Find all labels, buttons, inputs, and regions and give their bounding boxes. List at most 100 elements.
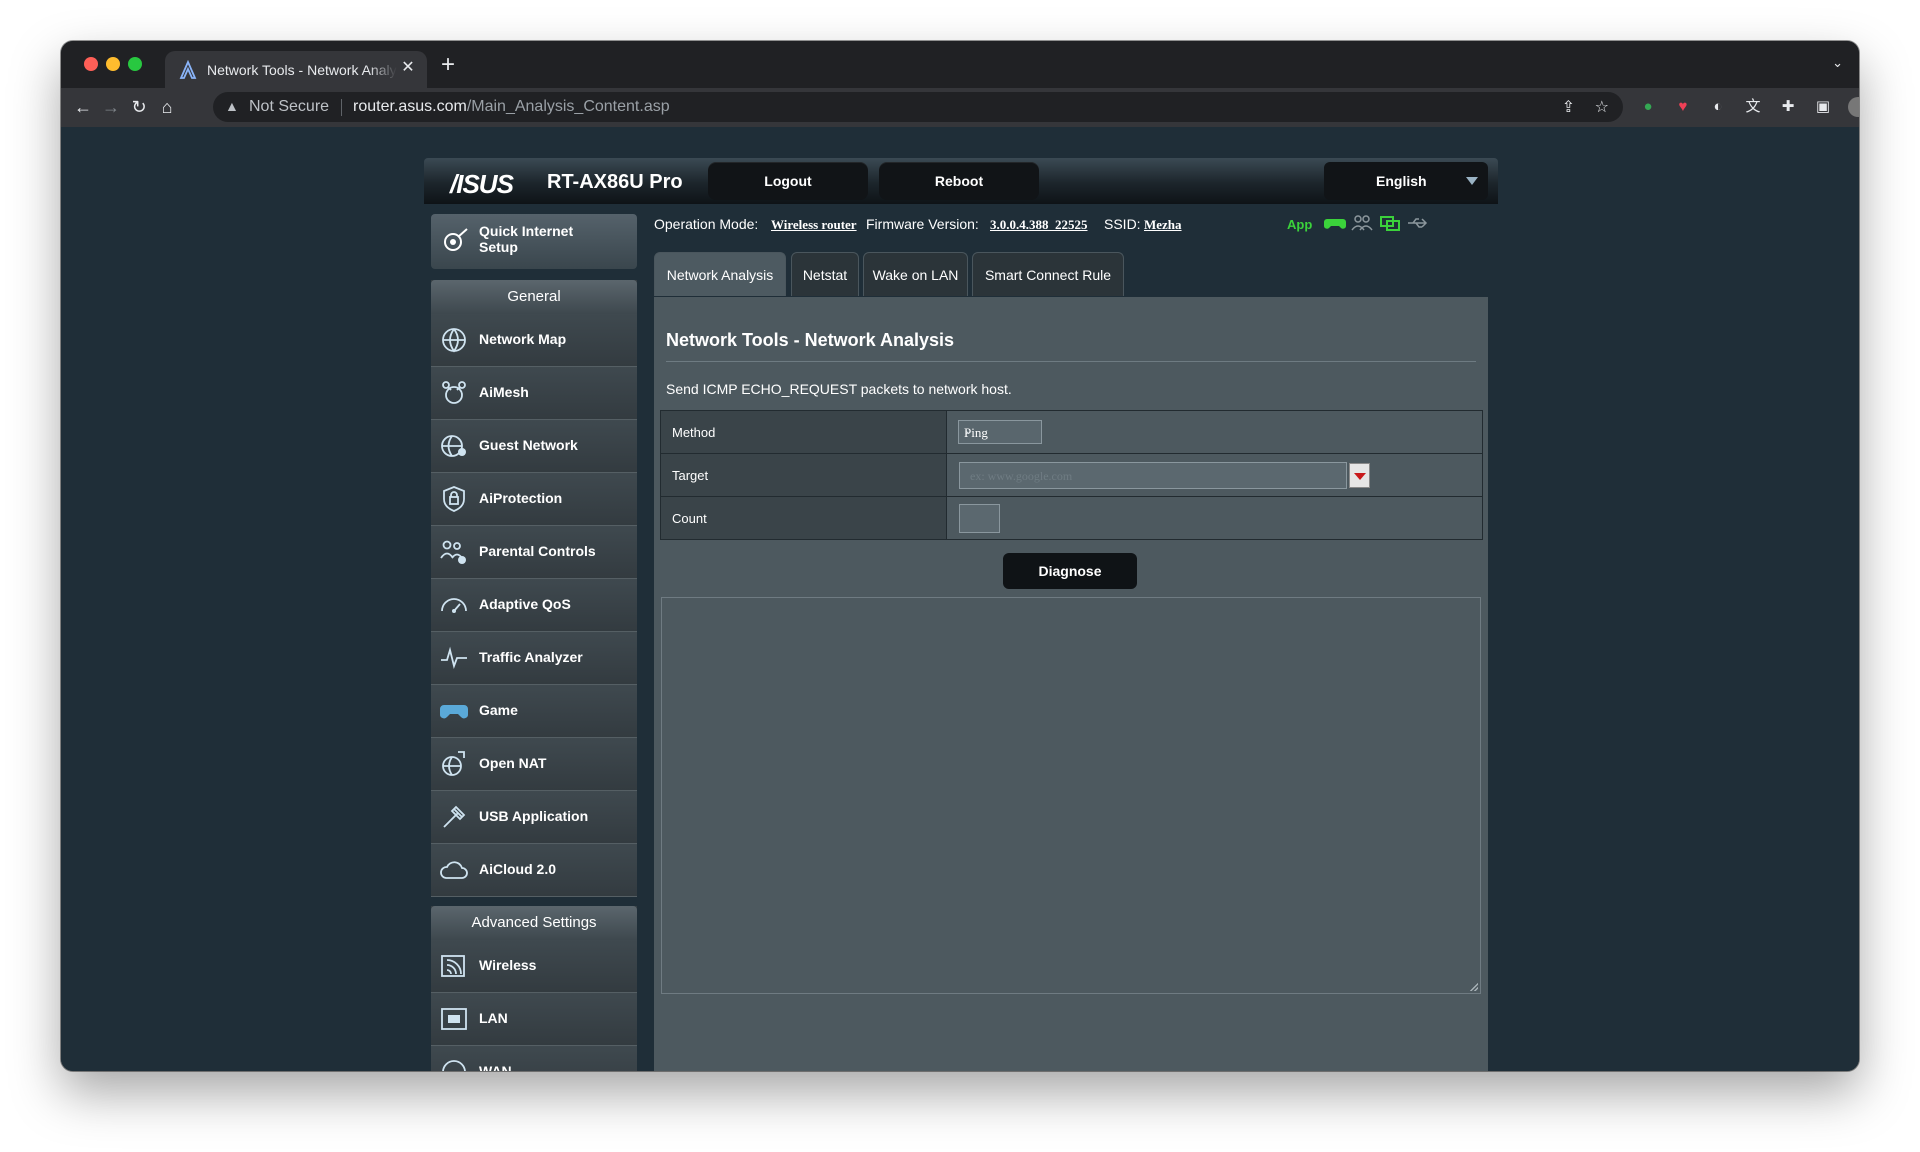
- diagnose-button[interactable]: Diagnose: [1003, 553, 1137, 589]
- tab-smart-connect-rule[interactable]: Smart Connect Rule: [972, 252, 1124, 296]
- home-icon[interactable]: ⌂: [155, 95, 179, 119]
- browser-toolbar: ← → ↻ ⌂ ▲ Not Secure router.asus.com/Mai…: [61, 88, 1859, 128]
- profile-avatar[interactable]: [1848, 97, 1859, 117]
- clients-status-icon[interactable]: [1350, 213, 1374, 233]
- translate-icon[interactable]: 文: [1743, 97, 1763, 117]
- open-nat-icon: [442, 751, 465, 776]
- sidebar-item-aicloud-2-0[interactable]: AiCloud 2.0: [431, 844, 637, 897]
- gamepad-icon: [439, 705, 469, 719]
- usb-status-icon[interactable]: [1406, 213, 1430, 233]
- tab-wake-on-lan[interactable]: Wake on LAN: [863, 252, 968, 296]
- sidebar-item-label: Game: [479, 702, 518, 718]
- new-tab-button[interactable]: +: [441, 53, 455, 77]
- sidebar-item-traffic-analyzer[interactable]: Traffic Analyzer: [431, 632, 637, 685]
- back-icon[interactable]: ←: [71, 95, 95, 119]
- sidebar-item-usb-application[interactable]: USB Application: [431, 791, 637, 844]
- tab-strip: Network Tools - Network Analysis ✕ + ⌄: [61, 41, 1859, 88]
- count-row: Count: [661, 497, 1482, 539]
- sidebar-item-network-map[interactable]: Network Map: [431, 314, 637, 367]
- top-banner: /ISUS RT-AX86U Pro Logout Reboot English: [424, 158, 1498, 204]
- address-bar[interactable]: ▲ Not Secure router.asus.com/Main_Analys…: [213, 92, 1623, 122]
- tab-search-icon[interactable]: ⌄: [1832, 55, 1843, 71]
- sidebar-item-aiprotection[interactable]: AiProtection: [431, 473, 637, 526]
- sidebar-item-open-nat[interactable]: Open NAT: [431, 738, 637, 791]
- sidebar-item-label: AiCloud 2.0: [479, 861, 557, 877]
- target-row: Target ex: www.google.com: [661, 454, 1482, 497]
- url-path: /Main_Analysis_Content.asp: [466, 98, 670, 115]
- reboot-button[interactable]: Reboot: [879, 162, 1039, 200]
- language-label: English: [1376, 173, 1427, 189]
- sidebar-item-guest-network[interactable]: Guest Network: [431, 420, 637, 473]
- family-icon: [440, 540, 466, 564]
- firmware-link[interactable]: 3.0.0.4.388_22525: [990, 217, 1088, 233]
- tab-close-icon[interactable]: ✕: [399, 59, 417, 77]
- content-panel: Network Tools - Network Analysis Send IC…: [654, 297, 1488, 1071]
- logout-button[interactable]: Logout: [708, 162, 868, 200]
- zoom-window-button[interactable]: [128, 57, 142, 71]
- sidebar-item-label: LAN: [479, 1010, 508, 1026]
- reload-icon[interactable]: ↻: [127, 95, 151, 119]
- aimesh-status-icon[interactable]: [1378, 213, 1402, 233]
- tab-title: Network Tools - Network Analysis: [207, 62, 397, 78]
- sidebar-item-label: AiMesh: [479, 384, 529, 400]
- tab-netstat[interactable]: Netstat: [791, 252, 859, 296]
- sidebar-item-label: Guest Network: [479, 437, 578, 453]
- advanced-group: Advanced Settings Wireless LAN WAN: [431, 906, 637, 1071]
- side-panel-icon[interactable]: ▣: [1813, 97, 1833, 117]
- close-window-button[interactable]: [84, 57, 98, 71]
- sidebar-item-wireless[interactable]: Wireless: [431, 940, 637, 993]
- sidebar-item-parental-controls[interactable]: Parental Controls: [431, 526, 637, 579]
- extensions-puzzle-icon[interactable]: ✚: [1778, 97, 1798, 117]
- method-label: Method: [672, 425, 716, 440]
- target-label-cell: Target: [661, 454, 947, 496]
- target-input[interactable]: ex: www.google.com: [959, 462, 1347, 489]
- method-row: Method Ping ⌄: [661, 411, 1482, 454]
- security-label[interactable]: Not Secure: [249, 98, 329, 116]
- wireless-icon: [441, 955, 465, 977]
- quick-setup-label: Quick Internet Setup: [479, 223, 574, 255]
- output-textarea[interactable]: [661, 597, 1481, 994]
- target-placeholder: ex: www.google.com: [970, 469, 1073, 483]
- page-description: Send ICMP ECHO_REQUEST packets to networ…: [666, 381, 1012, 397]
- sidebar-item-label: Parental Controls: [479, 543, 596, 559]
- ssid-link[interactable]: Mezha: [1144, 217, 1182, 233]
- gamepad-status-icon[interactable]: [1323, 213, 1347, 233]
- method-select[interactable]: Ping ⌄: [958, 420, 1042, 444]
- tab-network-analysis[interactable]: Network Analysis: [654, 252, 786, 296]
- lan-icon: [441, 1008, 467, 1030]
- router-app: /ISUS RT-AX86U Pro Logout Reboot English: [424, 158, 1498, 1071]
- sidebar-item-aimesh[interactable]: AiMesh: [431, 367, 637, 420]
- sidebar-item-wan[interactable]: WAN: [431, 1046, 637, 1071]
- usb-icon: [443, 805, 466, 828]
- general-header: General: [431, 280, 637, 314]
- wand-icon: [444, 228, 468, 251]
- warning-icon[interactable]: ▲: [225, 98, 239, 114]
- analysis-form: Method Ping ⌄ Target ex: www.google.com …: [660, 410, 1483, 540]
- count-input[interactable]: [959, 504, 1000, 533]
- browser-tab[interactable]: Network Tools - Network Analysis ✕: [165, 51, 427, 88]
- extension-globe-icon[interactable]: ◐: [1708, 97, 1728, 117]
- minimize-window-button[interactable]: [106, 57, 120, 71]
- sidebar-item-label: WAN: [479, 1063, 512, 1071]
- bookmark-star-icon[interactable]: ☆: [1595, 97, 1609, 117]
- resize-handle[interactable]: [1470, 983, 1478, 991]
- forward-icon[interactable]: →: [99, 95, 123, 119]
- sidebar-item-label: Open NAT: [479, 755, 547, 771]
- sidebar-item-game[interactable]: Game: [431, 685, 637, 738]
- sidebar-item-label: Network Map: [479, 331, 567, 347]
- model-name: RT-AX86U Pro: [547, 171, 683, 193]
- sidebar-item-adaptive-qos[interactable]: Adaptive QoS: [431, 579, 637, 632]
- language-select[interactable]: English: [1324, 162, 1488, 200]
- cloud-icon: [440, 861, 468, 879]
- extension-green-icon[interactable]: ●: [1638, 97, 1658, 117]
- quick-internet-setup-button[interactable]: Quick Internet Setup: [431, 214, 637, 269]
- speedometer-icon: [441, 598, 467, 613]
- share-icon[interactable]: ⇪: [1562, 97, 1575, 117]
- general-group: General Network Map AiMesh Guest Network Ai…: [431, 280, 637, 897]
- operation-mode-link[interactable]: Wireless router: [771, 217, 857, 233]
- target-dropdown-button[interactable]: [1349, 463, 1370, 488]
- count-label: Count: [672, 511, 707, 526]
- sidebar-item-lan[interactable]: LAN: [431, 993, 637, 1046]
- url-text[interactable]: router.asus.com/Main_Analysis_Content.as…: [353, 98, 670, 116]
- pocket-icon[interactable]: ♥: [1673, 97, 1693, 117]
